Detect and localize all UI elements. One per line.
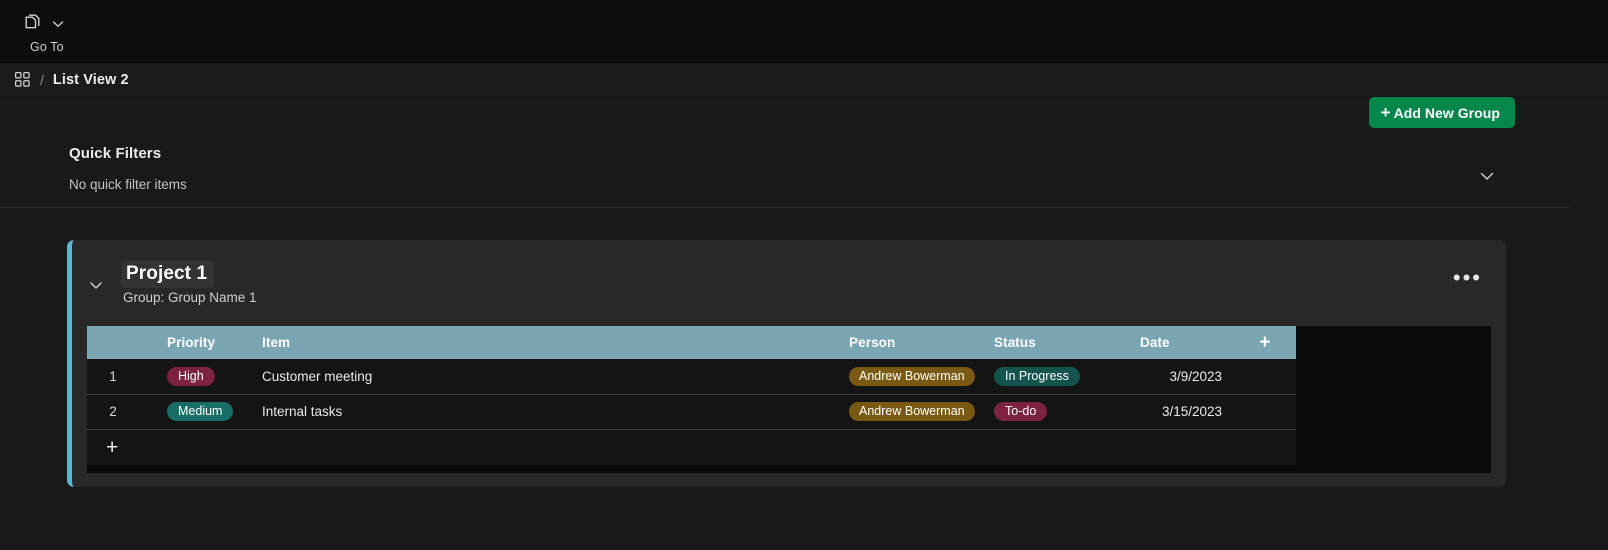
chevron-down-icon[interactable] xyxy=(87,276,105,294)
column-header-status[interactable]: Status xyxy=(982,326,1130,359)
project-card-header: Project 1 Group: Group Name 1 ••• xyxy=(72,240,1506,326)
person-badge: Andrew Bowerman xyxy=(849,366,975,386)
page-title: List View 2 xyxy=(52,71,129,88)
goto-control[interactable]: Go To xyxy=(22,9,66,54)
goto-label: Go To xyxy=(30,40,64,54)
table-row[interactable]: 1 High Customer meeting Andrew Bowerman … xyxy=(87,359,1296,395)
breadcrumb: / List View 2 xyxy=(0,63,1608,97)
main-content: + Add New Group Quick Filters No quick f… xyxy=(0,97,1569,530)
grid-apps-icon[interactable] xyxy=(14,71,31,88)
person-badge: Andrew Bowerman xyxy=(849,401,975,422)
copy-documents-icon[interactable] xyxy=(22,13,44,35)
row-index: 2 xyxy=(87,394,153,430)
cell-spacer xyxy=(1234,359,1296,395)
cell-status[interactable]: In Progress xyxy=(982,359,1130,395)
more-horizontal-icon[interactable]: ••• xyxy=(1453,267,1482,289)
quick-filters-section: Quick Filters No quick filter items xyxy=(0,137,1569,208)
cell-status[interactable]: To-do xyxy=(982,394,1130,430)
cell-person[interactable]: Andrew Bowerman xyxy=(837,359,982,395)
project-table: Priority Item Person Status Date + 1 Hig… xyxy=(87,326,1296,465)
project-table-zone: Priority Item Person Status Date + 1 Hig… xyxy=(87,326,1491,473)
cell-date[interactable]: 3/9/2023 xyxy=(1130,359,1234,395)
add-row-plus-icon[interactable]: + xyxy=(87,437,118,458)
add-new-group-label: Add New Group xyxy=(1393,104,1500,121)
column-header-person[interactable]: Person xyxy=(837,326,982,359)
priority-badge: Medium xyxy=(167,401,234,422)
priority-badge: High xyxy=(167,366,215,386)
bottom-gutter xyxy=(0,530,1608,550)
row-index: 1 xyxy=(87,359,153,395)
breadcrumb-separator: / xyxy=(40,71,44,88)
project-title[interactable]: Project 1 xyxy=(121,261,215,288)
cell-priority[interactable]: Medium xyxy=(153,394,251,430)
column-header-item[interactable]: Item xyxy=(251,326,837,359)
cell-item[interactable]: Internal tasks xyxy=(251,394,837,430)
status-badge: In Progress xyxy=(994,366,1080,386)
add-new-group-button[interactable]: + Add New Group xyxy=(1368,97,1515,128)
table-header-row: Priority Item Person Status Date + xyxy=(87,326,1296,359)
column-header-index xyxy=(87,326,153,359)
cell-priority[interactable]: High xyxy=(153,359,251,395)
cell-person[interactable]: Andrew Bowerman xyxy=(837,394,982,430)
status-badge: To-do xyxy=(994,401,1048,422)
top-toolbar: Go To xyxy=(0,0,1608,63)
quick-filters-title: Quick Filters xyxy=(69,145,162,162)
quick-filters-empty-text: No quick filter items xyxy=(69,177,187,192)
column-header-priority[interactable]: Priority xyxy=(153,326,251,359)
add-row[interactable]: + xyxy=(87,429,1296,465)
cell-date[interactable]: 3/15/2023 xyxy=(1130,394,1234,430)
column-header-date[interactable]: Date xyxy=(1130,326,1234,359)
add-column-button[interactable]: + xyxy=(1234,326,1296,359)
cell-spacer xyxy=(1234,394,1296,430)
project-card: Project 1 Group: Group Name 1 ••• Priori… xyxy=(67,240,1506,487)
chevron-down-icon[interactable] xyxy=(50,16,66,32)
plus-icon: + xyxy=(1380,102,1391,122)
project-group-label: Group: Group Name 1 xyxy=(123,290,257,305)
chevron-down-icon[interactable] xyxy=(1477,166,1497,186)
add-row-cell[interactable]: + xyxy=(87,429,1296,465)
right-gutter xyxy=(1569,97,1608,530)
cell-item[interactable]: Customer meeting xyxy=(251,359,837,395)
table-row[interactable]: 2 Medium Internal tasks Andrew Bowerman … xyxy=(87,394,1296,430)
